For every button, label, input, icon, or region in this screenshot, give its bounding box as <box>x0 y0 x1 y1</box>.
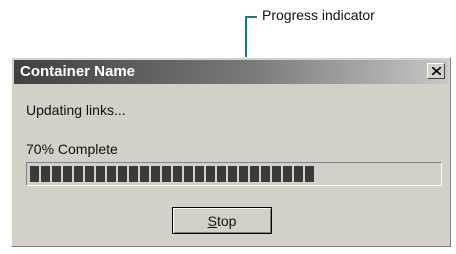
progress-block <box>239 166 248 182</box>
progress-bar <box>26 162 442 186</box>
close-button[interactable] <box>427 63 445 79</box>
progress-block <box>195 166 204 182</box>
callout-label: Progress indicator <box>262 7 375 23</box>
progress-block <box>107 166 116 182</box>
progress-block <box>261 166 270 182</box>
progress-block <box>118 166 127 182</box>
progress-block <box>41 166 50 182</box>
stop-button-label-rest: top <box>216 212 237 229</box>
status-text: Updating links... <box>26 102 126 118</box>
progress-block <box>96 166 105 182</box>
progress-fill <box>30 166 314 182</box>
callout-line-horizontal <box>245 16 257 18</box>
title-bar[interactable]: Container Name <box>14 60 448 84</box>
progress-block <box>206 166 215 182</box>
progress-block <box>228 166 237 182</box>
progress-block <box>305 166 314 182</box>
dialog-title: Container Name <box>20 63 136 80</box>
progress-block <box>151 166 160 182</box>
close-icon <box>432 67 441 75</box>
stop-button-label: Stop <box>208 213 237 229</box>
progress-block <box>250 166 259 182</box>
stop-button[interactable]: Stop <box>172 207 272 234</box>
progress-block <box>162 166 171 182</box>
progress-block <box>173 166 182 182</box>
progress-block <box>85 166 94 182</box>
progress-block <box>30 166 39 182</box>
progress-block <box>272 166 281 182</box>
progress-block <box>283 166 292 182</box>
progress-block <box>184 166 193 182</box>
progress-percent-label: 70% Complete <box>26 141 118 157</box>
stop-button-hotkey: S <box>207 212 217 229</box>
progress-block <box>217 166 226 182</box>
progress-block <box>52 166 61 182</box>
progress-dialog: Container Name Updating links... 70% Com… <box>11 57 451 247</box>
progress-block <box>129 166 138 182</box>
progress-block <box>294 166 303 182</box>
progress-block <box>74 166 83 182</box>
progress-block <box>63 166 72 182</box>
progress-block <box>140 166 149 182</box>
